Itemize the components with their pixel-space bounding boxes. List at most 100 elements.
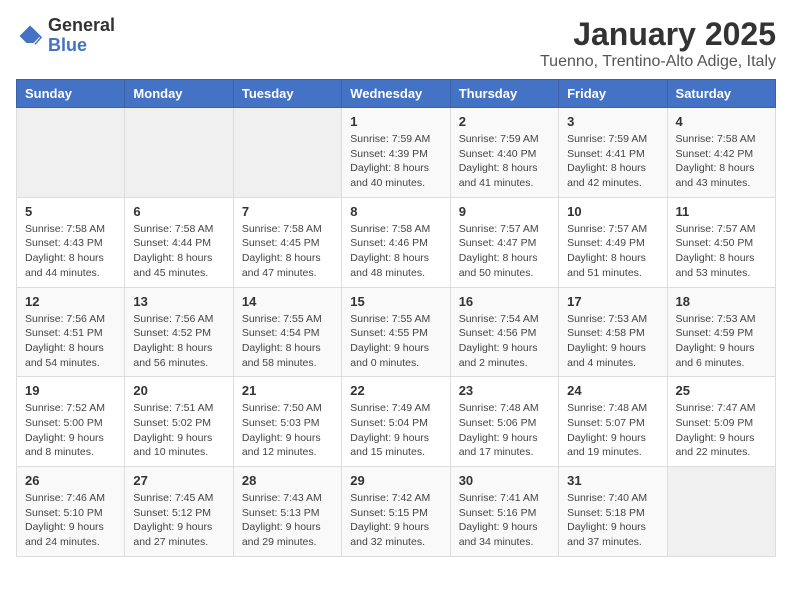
header-tuesday: Tuesday (233, 80, 341, 108)
day-number: 29 (350, 473, 441, 488)
day-number: 6 (133, 204, 224, 219)
day-info: Sunrise: 7:59 AM Sunset: 4:39 PM Dayligh… (350, 132, 441, 191)
calendar-cell: 13Sunrise: 7:56 AM Sunset: 4:52 PM Dayli… (125, 287, 233, 377)
calendar-cell: 7 Sunrise: 7:58 AM Sunset: 4:45 PM Daylig… (233, 197, 341, 287)
calendar-cell: 16 Sunrise: 7:54 AM Sunset: 4:56 PM Dayli… (450, 287, 558, 377)
calendar-cell: 5 Sunrise: 7:58 AM Sunset: 4:43 PM Daylig… (17, 197, 125, 287)
day-number: 17 (567, 294, 658, 309)
day-info: Sunrise: 7:43 AM Sunset: 5:13 PM Dayligh… (242, 491, 333, 550)
calendar-cell (17, 108, 125, 198)
header-saturday: Saturday (667, 80, 775, 108)
day-number: 20 (133, 383, 224, 398)
day-number: 25 (676, 383, 767, 398)
calendar-cell: 18 Sunrise: 7:53 AM Sunset: 4:59 PM Dayli… (667, 287, 775, 377)
calendar-cell: 15 Sunrise: 7:55 AM Sunset: 4:55 PM Dayli… (342, 287, 450, 377)
header: General Blue January 2025 Tuenno, Trenti… (16, 16, 776, 71)
logo-icon (16, 22, 44, 50)
calendar-cell: 10 Sunrise: 7:57 AM Sunset: 4:49 PM Dayli… (559, 197, 667, 287)
calendar-cell: 26 Sunrise: 7:46 AM Sunset: 5:10 PM Dayli… (17, 467, 125, 557)
calendar-cell: 21Sunrise: 7:50 AM Sunset: 5:03 PM Dayli… (233, 377, 341, 467)
day-number: 10 (567, 204, 658, 219)
day-info: Sunrise: 7:59 AM Sunset: 4:40 PM Dayligh… (459, 132, 550, 191)
day-info: Sunrise: 7:48 AM Sunset: 5:06 PM Dayligh… (459, 401, 550, 460)
day-info: Sunrise: 7:41 AM Sunset: 5:16 PM Dayligh… (459, 491, 550, 550)
day-number: 15 (350, 294, 441, 309)
day-info: Sunrise: 7:50 AM Sunset: 5:03 PM Dayligh… (242, 401, 333, 460)
calendar-cell: 20 Sunrise: 7:51 AM Sunset: 5:02 PM Dayli… (125, 377, 233, 467)
day-info: Sunrise: 7:59 AM Sunset: 4:41 PM Dayligh… (567, 132, 658, 191)
day-number: 5 (25, 204, 116, 219)
header-wednesday: Wednesday (342, 80, 450, 108)
location-title: Tuenno, Trentino-Alto Adige, Italy (540, 53, 776, 71)
day-number: 28 (242, 473, 333, 488)
day-number: 19 (25, 383, 116, 398)
calendar-cell: 3 Sunrise: 7:59 AM Sunset: 4:41 PM Daylig… (559, 108, 667, 198)
calendar-table: SundayMondayTuesdayWednesdayThursdayFrid… (16, 79, 776, 557)
calendar-cell: 9Sunrise: 7:57 AM Sunset: 4:47 PM Daylig… (450, 197, 558, 287)
day-info: Sunrise: 7:49 AM Sunset: 5:04 PM Dayligh… (350, 401, 441, 460)
day-info: Sunrise: 7:46 AM Sunset: 5:10 PM Dayligh… (25, 491, 116, 550)
calendar-cell (667, 467, 775, 557)
logo: General Blue (16, 16, 115, 56)
calendar-cell: 2 Sunrise: 7:59 AM Sunset: 4:40 PM Daylig… (450, 108, 558, 198)
day-info: Sunrise: 7:47 AM Sunset: 5:09 PM Dayligh… (676, 401, 767, 460)
day-number: 12 (25, 294, 116, 309)
logo-blue: Blue (48, 36, 115, 56)
day-info: Sunrise: 7:54 AM Sunset: 4:56 PM Dayligh… (459, 312, 550, 371)
day-info: Sunrise: 7:53 AM Sunset: 4:58 PM Dayligh… (567, 312, 658, 371)
day-number: 2 (459, 114, 550, 129)
day-info: Sunrise: 7:58 AM Sunset: 4:44 PM Dayligh… (133, 222, 224, 281)
day-info: Sunrise: 7:55 AM Sunset: 4:54 PM Dayligh… (242, 312, 333, 371)
calendar-cell: 25 Sunrise: 7:47 AM Sunset: 5:09 PM Dayli… (667, 377, 775, 467)
calendar-week-1: 1Sunrise: 7:59 AM Sunset: 4:39 PM Daylig… (17, 108, 776, 198)
calendar-cell: 23 Sunrise: 7:48 AM Sunset: 5:06 PM Dayli… (450, 377, 558, 467)
day-info: Sunrise: 7:42 AM Sunset: 5:15 PM Dayligh… (350, 491, 441, 550)
calendar-cell: 12 Sunrise: 7:56 AM Sunset: 4:51 PM Dayli… (17, 287, 125, 377)
day-number: 24 (567, 383, 658, 398)
calendar-cell: 4Sunrise: 7:58 AM Sunset: 4:42 PM Daylig… (667, 108, 775, 198)
header-thursday: Thursday (450, 80, 558, 108)
calendar-cell: 11Sunrise: 7:57 AM Sunset: 4:50 PM Dayli… (667, 197, 775, 287)
day-number: 31 (567, 473, 658, 488)
day-info: Sunrise: 7:56 AM Sunset: 4:51 PM Dayligh… (25, 312, 116, 371)
day-number: 16 (459, 294, 550, 309)
day-info: Sunrise: 7:58 AM Sunset: 4:45 PM Dayligh… (242, 222, 333, 281)
calendar-cell: 17 Sunrise: 7:53 AM Sunset: 4:58 PM Dayli… (559, 287, 667, 377)
header-sunday: Sunday (17, 80, 125, 108)
page-container: General Blue January 2025 Tuenno, Trenti… (16, 16, 776, 557)
day-number: 3 (567, 114, 658, 129)
calendar-cell: 31 Sunrise: 7:40 AM Sunset: 5:18 PM Dayli… (559, 467, 667, 557)
day-info: Sunrise: 7:53 AM Sunset: 4:59 PM Dayligh… (676, 312, 767, 371)
day-info: Sunrise: 7:40 AM Sunset: 5:18 PM Dayligh… (567, 491, 658, 550)
calendar-header-row: SundayMondayTuesdayWednesdayThursdayFrid… (17, 80, 776, 108)
day-info: Sunrise: 7:58 AM Sunset: 4:43 PM Dayligh… (25, 222, 116, 281)
logo-general: General (48, 16, 115, 36)
calendar-cell: 22 Sunrise: 7:49 AM Sunset: 5:04 PM Dayli… (342, 377, 450, 467)
calendar-cell: 14 Sunrise: 7:55 AM Sunset: 4:54 PM Dayli… (233, 287, 341, 377)
day-number: 8 (350, 204, 441, 219)
day-number: 22 (350, 383, 441, 398)
day-info: Sunrise: 7:58 AM Sunset: 4:46 PM Dayligh… (350, 222, 441, 281)
calendar-cell: 6 Sunrise: 7:58 AM Sunset: 4:44 PM Daylig… (125, 197, 233, 287)
day-number: 27 (133, 473, 224, 488)
calendar-cell (125, 108, 233, 198)
day-info: Sunrise: 7:58 AM Sunset: 4:42 PM Dayligh… (676, 132, 767, 191)
day-number: 23 (459, 383, 550, 398)
calendar-week-2: 5 Sunrise: 7:58 AM Sunset: 4:43 PM Daylig… (17, 197, 776, 287)
day-info: Sunrise: 7:52 AM Sunset: 5:00 PM Dayligh… (25, 401, 116, 460)
day-number: 30 (459, 473, 550, 488)
day-number: 26 (25, 473, 116, 488)
calendar-cell: 1Sunrise: 7:59 AM Sunset: 4:39 PM Daylig… (342, 108, 450, 198)
day-number: 14 (242, 294, 333, 309)
month-title: January 2025 (540, 16, 776, 53)
day-number: 18 (676, 294, 767, 309)
day-number: 7 (242, 204, 333, 219)
day-number: 9 (459, 204, 550, 219)
day-info: Sunrise: 7:51 AM Sunset: 5:02 PM Dayligh… (133, 401, 224, 460)
header-friday: Friday (559, 80, 667, 108)
day-info: Sunrise: 7:55 AM Sunset: 4:55 PM Dayligh… (350, 312, 441, 371)
calendar-cell: 24Sunrise: 7:48 AM Sunset: 5:07 PM Dayli… (559, 377, 667, 467)
day-info: Sunrise: 7:57 AM Sunset: 4:49 PM Dayligh… (567, 222, 658, 281)
day-number: 11 (676, 204, 767, 219)
day-info: Sunrise: 7:56 AM Sunset: 4:52 PM Dayligh… (133, 312, 224, 371)
